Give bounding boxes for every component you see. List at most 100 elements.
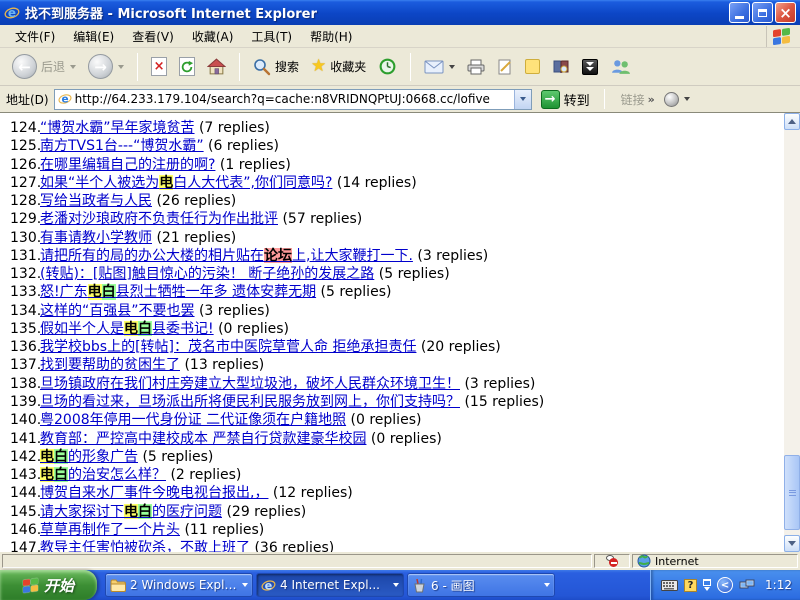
download-manager-button[interactable] (578, 56, 602, 78)
go-button[interactable]: → 转到 (537, 89, 594, 110)
forward-button[interactable]: → (84, 51, 128, 82)
print-button[interactable] (463, 56, 489, 78)
edit-button[interactable] (493, 56, 517, 78)
addressbar-separator (604, 89, 605, 109)
status-message-panel (2, 554, 592, 568)
reply-count: (29 replies) (222, 504, 306, 519)
network-tray-icon[interactable] (739, 579, 755, 591)
scrollbar-thumb[interactable] (784, 455, 800, 530)
reply-count: (2 replies) (166, 467, 241, 482)
scroll-up-button[interactable] (784, 113, 800, 130)
links-chevron-icon: » (648, 93, 655, 106)
topic-link[interactable]: 草草再制作了一个片头 (40, 522, 180, 537)
menu-help[interactable]: 帮助(H) (301, 25, 361, 48)
links-bar[interactable]: 链接 » (621, 91, 655, 108)
topic-link[interactable]: 博贺自来水厂事件今晚电视台报出,， (40, 485, 268, 500)
topic-link[interactable]: 有事请教小学教师 (40, 230, 152, 245)
topic-link[interactable]: 电白的治安怎么样？ (40, 467, 166, 482)
menu-view[interactable]: 查看(V) (123, 25, 183, 48)
topic-link[interactable]: 老潘对沙琅政府不负责任行为作出批评 (40, 211, 278, 226)
notes-button[interactable] (521, 56, 544, 77)
topic-link[interactable]: 在哪里编辑自己的注册的啊? (40, 157, 215, 172)
home-button[interactable] (203, 55, 230, 78)
keyboard-tray-icon[interactable] (661, 580, 678, 591)
topic-row: 125.南方TVS1台---“博贺水霸” (6 replies) (10, 135, 800, 153)
history-button[interactable] (374, 54, 401, 79)
topic-link[interactable]: 这样的“百强县”不要也罢 (40, 303, 195, 318)
reply-count: (5 replies) (138, 449, 213, 464)
reply-count: (15 replies) (460, 394, 544, 409)
topic-link[interactable]: 教育部：严控高中建校成本 严禁自行贷款建豪华校园 (40, 431, 366, 446)
topic-row: 136.我学校bbs上的[转帖]：茂名市中医院草菅人命 拒绝承担责任 (20 r… (10, 336, 800, 354)
references-button[interactable] (548, 56, 574, 78)
menu-tools[interactable]: 工具(T) (242, 25, 301, 48)
topic-link[interactable]: 旦场镇政府在我们村庄旁建立大型垃圾池，破坏人民群众环境卫生！ (40, 376, 460, 391)
topic-link[interactable]: 请把所有的局的办公大楼的相片贴在论坛上,让大家鞭打一下. (40, 248, 413, 263)
topic-link[interactable]: 旦场的看过来，旦场派出所将便民利民服务放到网上，你们支持吗？ (40, 394, 460, 409)
scroll-down-button[interactable] (784, 535, 800, 552)
topic-link[interactable]: 假如半个人是电白县委书记! (40, 321, 214, 336)
topic-row: 146.草草再制作了一个片头 (11 replies) (10, 519, 800, 537)
topic-link[interactable]: “博贺水霸”早年家境贫苦 (40, 120, 195, 135)
address-url-input[interactable] (75, 91, 514, 108)
topic-row: 127.如果“半个人被选为电白人大代表”,你们同意吗? (14 replies) (10, 172, 800, 190)
security-zone-panel: Internet (632, 554, 798, 568)
task-label: 4 Internet Expl... (280, 578, 389, 592)
start-button[interactable]: 开始 (0, 570, 97, 600)
topic-link[interactable]: 如果“半个人被选为电白人大代表”,你们同意吗? (40, 175, 332, 190)
messenger-button[interactable] (606, 55, 635, 78)
minimize-button[interactable] (729, 2, 750, 23)
mail-button[interactable] (420, 57, 459, 77)
go-label: 转到 (564, 90, 590, 109)
vertical-scrollbar[interactable] (784, 113, 800, 552)
search-button[interactable]: 搜索 (249, 55, 303, 79)
reply-count: (12 replies) (268, 485, 352, 500)
restore-button[interactable] (752, 2, 773, 23)
reply-count: (36 replies) (250, 540, 334, 552)
topic-number: 141. (10, 431, 40, 446)
favorites-button[interactable]: ★ 收藏夹 (307, 55, 370, 78)
menu-edit[interactable]: 编辑(E) (64, 25, 123, 48)
topic-link[interactable]: 教导主任害怕被砍杀，不敢上班了 (40, 540, 250, 552)
topic-row: 139.旦场的看过来，旦场派出所将便民利民服务放到网上，你们支持吗？ (15 r… (10, 391, 800, 409)
topic-row: 133.怒!广东电白县烈士牺牲一年多 遗体安葬无期 (5 replies) (10, 281, 800, 299)
topic-link[interactable]: (转贴)：[贴图]触目惊心的污染！ 断子绝孙的发展之路 (40, 266, 374, 281)
topic-link[interactable]: 我学校bbs上的[转帖]：茂名市中医院草菅人命 拒绝承担责任 (40, 339, 416, 354)
topic-number: 130. (10, 230, 40, 245)
topic-number: 125. (10, 138, 40, 153)
topic-row: 129.老潘对沙琅政府不负责任行为作出批评 (57 replies) (10, 208, 800, 226)
highlighted-term: 白 (138, 504, 152, 519)
topic-link[interactable]: 南方TVS1台---“博贺水霸” (40, 138, 204, 153)
topic-link[interactable]: 粤2008年停用一代身份证 二代证像须在户籍地照 (40, 412, 346, 427)
close-button[interactable]: × (775, 2, 796, 23)
home-icon (207, 58, 226, 75)
topic-link[interactable]: 找到要帮助的贫困生了 (40, 357, 180, 372)
tray-collapse-icon[interactable]: < (717, 577, 733, 593)
stop-button[interactable]: × (147, 54, 171, 79)
language-bar-restore-icon[interactable] (703, 579, 711, 591)
taskbtn-paint[interactable]: 6 - 画图 (407, 573, 555, 597)
topic-link[interactable]: 请大家探讨下电白的医疗问题 (40, 504, 222, 519)
topic-link[interactable]: 写给当政者与人民 (40, 193, 152, 208)
address-dropdown-button[interactable] (514, 90, 531, 109)
task-group-dropdown-icon (544, 583, 550, 587)
plugin-button[interactable] (660, 89, 694, 110)
taskbtn-internet-explorer[interactable]: e 4 Internet Expl... (256, 573, 404, 597)
highlighted-term: 电 (40, 467, 54, 482)
menu-favorites[interactable]: 收藏(A) (183, 25, 243, 48)
taskbtn-windows-explorer[interactable]: 2 Windows Explorer (105, 573, 253, 597)
topic-number: 145. (10, 504, 40, 519)
topic-number: 131. (10, 248, 40, 263)
menu-file[interactable]: 文件(F) (6, 25, 64, 48)
topic-row: 131.请把所有的局的办公大楼的相片贴在论坛上,让大家鞭打一下. (3 repl… (10, 245, 800, 263)
links-label: 链接 (621, 91, 645, 108)
ime-help-icon[interactable]: ? (684, 579, 697, 592)
favorites-star-icon: ★ (311, 58, 326, 75)
messenger-people-icon (610, 58, 631, 75)
plugin-sphere-icon (664, 92, 679, 107)
refresh-button[interactable] (175, 54, 199, 79)
back-button[interactable]: ← 后退 (8, 51, 80, 82)
topic-link[interactable]: 电白的形象广告 (40, 449, 138, 464)
reply-count: (1 replies) (215, 157, 290, 172)
topic-link[interactable]: 怒!广东电白县烈士牺牲一年多 遗体安葬无期 (40, 284, 316, 299)
